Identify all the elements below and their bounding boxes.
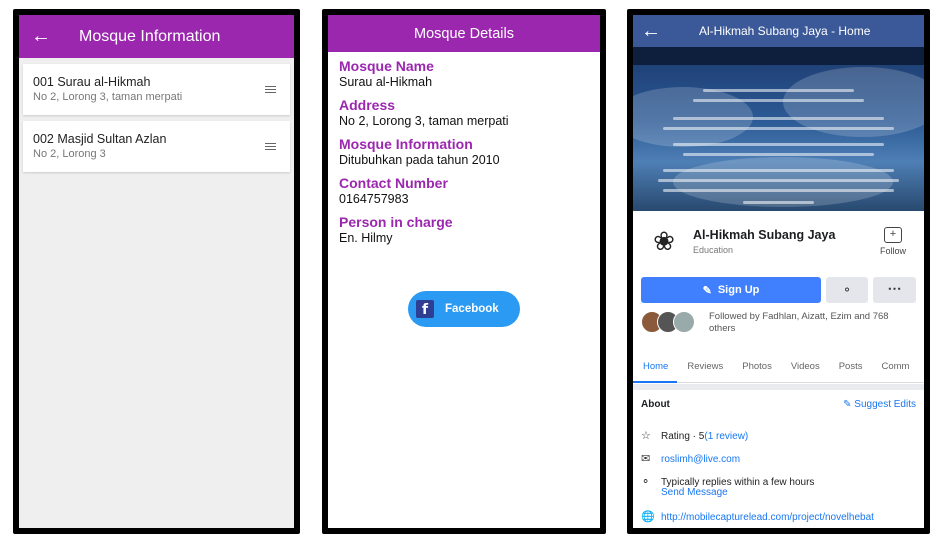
follow-button[interactable]: + Follow <box>880 227 906 256</box>
tab-photos[interactable]: Photos <box>732 349 781 383</box>
page-title: Mosque Details <box>414 25 514 42</box>
field-value: No 2, Lorong 3, taman merpati <box>339 114 509 128</box>
field-label: Person in charge <box>339 214 453 230</box>
page-info: ❀ Al-Hikmah Subang Jaya Education + Foll… <box>633 211 924 273</box>
app-bar: ← Mosque Information <box>19 15 294 58</box>
field-value: 0164757983 <box>339 192 409 206</box>
pencil-icon: ✎ <box>843 399 852 410</box>
mosque-list-screen: ← Mosque Information 001 Surau al-Hikmah… <box>19 15 294 528</box>
field-label: Mosque Name <box>339 58 434 74</box>
list-menu-icon[interactable] <box>265 86 276 95</box>
rating-text: Rating · 5 <box>661 431 705 442</box>
more-button[interactable]: ⋯ <box>873 277 916 303</box>
globe-icon: 🌐 <box>641 511 655 523</box>
follow-label: Follow <box>879 246 906 256</box>
app-bar: Mosque Details <box>328 15 600 52</box>
facebook-button-label: Facebook <box>445 303 499 315</box>
sign-up-button[interactable]: ✎ Sign Up <box>641 277 821 303</box>
list-menu-icon[interactable] <box>265 143 276 152</box>
field-value: Surau al-Hikmah <box>339 75 433 89</box>
action-buttons: ✎ Sign Up ⚬ ⋯ <box>641 277 916 303</box>
send-message-link[interactable]: Send Message <box>661 487 728 498</box>
phone-facebook-page: ← Al-Hikmah Subang Jaya - Home ❀ Al-Hikm… <box>627 9 930 534</box>
followers-row: Followed by Fadhlan, Aizatt, Ezim and 76… <box>641 311 916 341</box>
avatar <box>673 311 695 333</box>
email-link[interactable]: roslimh@live.com <box>661 454 740 465</box>
page-name: Al-Hikmah Subang Jaya <box>693 228 836 242</box>
tab-community[interactable]: Comm <box>871 349 918 383</box>
phone-mosque-details: Mosque Details Mosque Name Surau al-Hikm… <box>322 9 606 534</box>
page-logo: ❀ <box>653 226 675 256</box>
field-value: En. Hilmy <box>339 231 393 245</box>
more-icon: ⋯ <box>887 280 902 296</box>
tab-home[interactable]: Home <box>633 349 678 383</box>
tab-reviews[interactable]: Reviews <box>677 349 732 383</box>
field-value: Ditubuhkan pada tahun 2010 <box>339 153 500 167</box>
mosque-details-screen: Mosque Details Mosque Name Surau al-Hikm… <box>328 15 600 528</box>
rating-row: ☆ Rating · 5(1 review) <box>641 429 748 442</box>
website-link[interactable]: http://mobilecapturelead.com/project/nov… <box>661 512 874 523</box>
fb-header: ← Al-Hikmah Subang Jaya - Home <box>633 15 924 47</box>
email-row: ✉ roslimh@live.com <box>641 452 740 465</box>
suggest-edits-link[interactable]: ✎ Suggest Edits <box>843 399 916 410</box>
back-arrow-icon[interactable]: ← <box>31 25 61 48</box>
field-label: Contact Number <box>339 175 448 191</box>
messenger-icon: ⚬ <box>841 283 853 297</box>
envelope-icon: ✉ <box>641 453 651 465</box>
mosque-name: 002 Masjid Sultan Azlan <box>33 132 167 146</box>
field-label: Mosque Information <box>339 136 473 152</box>
list-item[interactable]: 002 Masjid Sultan Azlan No 2, Lorong 3 <box>23 121 290 172</box>
mosque-name: 001 Surau al-Hikmah <box>33 75 151 89</box>
pencil-icon: ✎ <box>702 284 712 297</box>
followers-text: Followed by Fadhlan, Aizatt, Ezim and 76… <box>709 311 889 334</box>
tab-videos[interactable]: Videos <box>781 349 829 383</box>
follow-icon: + <box>883 227 902 243</box>
facebook-button[interactable]: f Facebook <box>408 291 520 327</box>
tab-posts[interactable]: Posts <box>829 349 872 383</box>
facebook-icon: f <box>416 300 434 318</box>
page-category: Education <box>693 245 734 255</box>
messenger-icon: ⚬ <box>641 476 651 488</box>
about-section: About ✎ Suggest Edits ☆ Rating · 5(1 revi… <box>633 391 924 528</box>
cover-photo <box>633 47 924 211</box>
sign-up-label: Sign Up <box>717 284 760 296</box>
details-list: Mosque Name Surau al-Hikmah Address No 2… <box>328 52 600 245</box>
about-title: About <box>641 399 670 410</box>
send-message-row: Send Message <box>661 487 728 498</box>
list-item[interactable]: 001 Surau al-Hikmah No 2, Lorong 3, tama… <box>23 64 290 115</box>
messenger-button[interactable]: ⚬ <box>826 277 868 303</box>
mosque-address: No 2, Lorong 3 <box>33 148 106 160</box>
suggest-edits-label: Suggest Edits <box>854 399 916 410</box>
mosque-address: No 2, Lorong 3, taman merpati <box>33 91 183 103</box>
website-row: 🌐 http://mobilecapturelead.com/project/no… <box>641 510 874 523</box>
page-tabs: Home Reviews Photos Videos Posts Comm <box>633 349 924 383</box>
star-icon: ☆ <box>641 430 651 442</box>
back-arrow-icon[interactable]: ← <box>641 20 671 43</box>
rating-link[interactable]: (1 review) <box>704 431 748 442</box>
page-title: Al-Hikmah Subang Jaya - Home <box>699 24 871 38</box>
field-label: Address <box>339 97 396 113</box>
facebook-page-screen: ← Al-Hikmah Subang Jaya - Home ❀ Al-Hikm… <box>633 15 924 528</box>
page-title: Mosque Information <box>79 27 221 45</box>
phone-mosque-list: ← Mosque Information 001 Surau al-Hikmah… <box>13 9 300 534</box>
